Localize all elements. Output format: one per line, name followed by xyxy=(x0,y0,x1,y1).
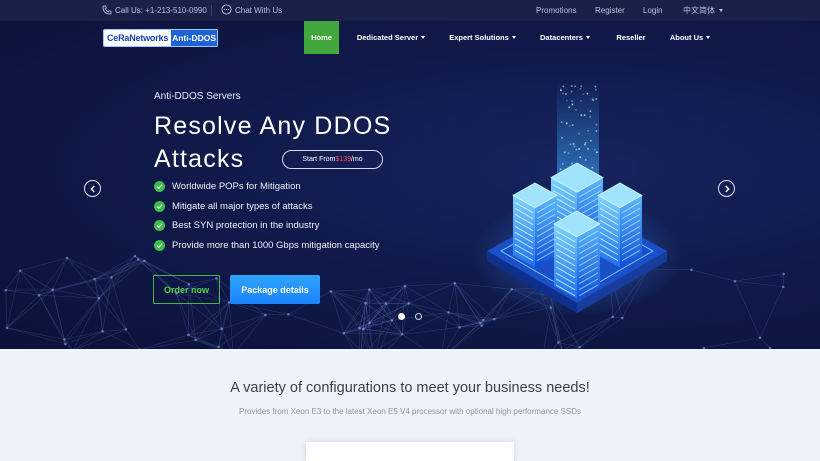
phone-icon xyxy=(102,5,112,17)
nav-reseller-label: Reseller xyxy=(616,33,646,42)
call-us-text: Call Us: +1-213-510-0990 xyxy=(115,6,207,15)
price-prefix: Start From xyxy=(302,156,336,163)
chevron-down-icon xyxy=(421,36,426,39)
chevron-right-icon xyxy=(723,180,731,198)
nav-expert-solutions[interactable]: Expert Solutions xyxy=(445,21,520,54)
chevron-down-icon xyxy=(511,36,516,39)
section-subtitle: Provides from Xeon E3 to the latest Xeon… xyxy=(239,407,581,416)
check-circle-icon xyxy=(154,180,165,192)
check-circle-icon xyxy=(154,239,165,251)
call-us-link[interactable]: Call Us: +1-213-510-0990 xyxy=(102,0,207,21)
config-card xyxy=(306,442,514,461)
nav-reseller[interactable]: Reseller xyxy=(612,21,650,54)
hero-title-line1: Resolve Any DDOS xyxy=(154,112,392,140)
order-now-button[interactable]: Order now xyxy=(153,275,220,304)
logo-brand: CeRaNetworks xyxy=(104,30,172,46)
nav-datacenters-label: Datacenters xyxy=(540,33,583,42)
slide-dot-2[interactable] xyxy=(415,313,422,320)
nav-expert-label: Expert Solutions xyxy=(449,33,509,42)
nav-datacenters[interactable]: Datacenters xyxy=(536,21,594,54)
feature-text: Provide more than 1000 Gbps mitigation c… xyxy=(172,239,380,251)
feature-item: Best SYN protection in the industry xyxy=(154,219,319,231)
chat-text: Chat With Us xyxy=(235,6,283,15)
logo-tag: Anti-DDOS xyxy=(171,30,217,46)
section-title: A variety of configurations to meet your… xyxy=(230,380,590,396)
check-circle-icon xyxy=(154,219,165,231)
feature-text: Mitigate all major types of attacks xyxy=(172,200,313,212)
hero-banner: CeRaNetworks Anti-DDOS Home Dedicated Se… xyxy=(0,21,820,349)
login-link[interactable]: Login xyxy=(643,0,663,21)
price-suffix: /mo xyxy=(350,156,363,163)
main-nav: CeRaNetworks Anti-DDOS Home Dedicated Se… xyxy=(0,21,820,54)
prev-slide-button[interactable] xyxy=(84,180,101,197)
nav-home-label: Home xyxy=(311,33,332,42)
nav-dedicated-server[interactable]: Dedicated Server xyxy=(352,21,430,54)
nav-about-us[interactable]: About Us xyxy=(667,21,713,54)
feature-item: Provide more than 1000 Gbps mitigation c… xyxy=(154,239,380,251)
server-cluster-illustration xyxy=(475,81,680,316)
chevron-left-icon xyxy=(89,180,97,198)
feature-item: Mitigate all major types of attacks xyxy=(154,200,312,212)
chevron-down-icon xyxy=(719,9,723,12)
feature-text: Worldwide POPs for Mitigation xyxy=(172,180,301,192)
chat-icon xyxy=(221,4,232,17)
package-details-button[interactable]: Package details xyxy=(230,275,320,304)
hero-subtitle: Anti-DDOS Servers xyxy=(154,91,241,102)
check-circle-icon xyxy=(154,200,165,212)
price-value: $139 xyxy=(335,156,351,163)
divider xyxy=(211,5,212,16)
promotions-link[interactable]: Promotions xyxy=(536,0,576,21)
price-badge[interactable]: Start From $139/mo xyxy=(282,150,383,169)
nav-dedicated-label: Dedicated Server xyxy=(356,33,419,42)
hero-title-line2: Attacks xyxy=(154,145,245,173)
logo[interactable]: CeRaNetworks Anti-DDOS xyxy=(103,29,218,47)
chat-link[interactable]: Chat With Us xyxy=(221,0,282,21)
top-bar: Call Us: +1-213-510-0990 Chat With Us Pr… xyxy=(0,0,820,21)
nav-home[interactable]: Home xyxy=(304,21,339,54)
language-select[interactable]: 中文简体 xyxy=(683,0,723,21)
slide-dot-1[interactable] xyxy=(398,313,405,320)
language-label: 中文简体 xyxy=(683,6,715,15)
register-link[interactable]: Register xyxy=(595,0,625,21)
feature-text: Best SYN protection in the industry xyxy=(172,219,320,231)
feature-item: Worldwide POPs for Mitigation xyxy=(154,180,301,192)
nav-about-label: About Us xyxy=(669,33,704,42)
chevron-down-icon xyxy=(706,36,711,39)
chevron-down-icon xyxy=(585,36,590,39)
next-slide-button[interactable] xyxy=(718,180,735,197)
network-background xyxy=(4,254,785,349)
